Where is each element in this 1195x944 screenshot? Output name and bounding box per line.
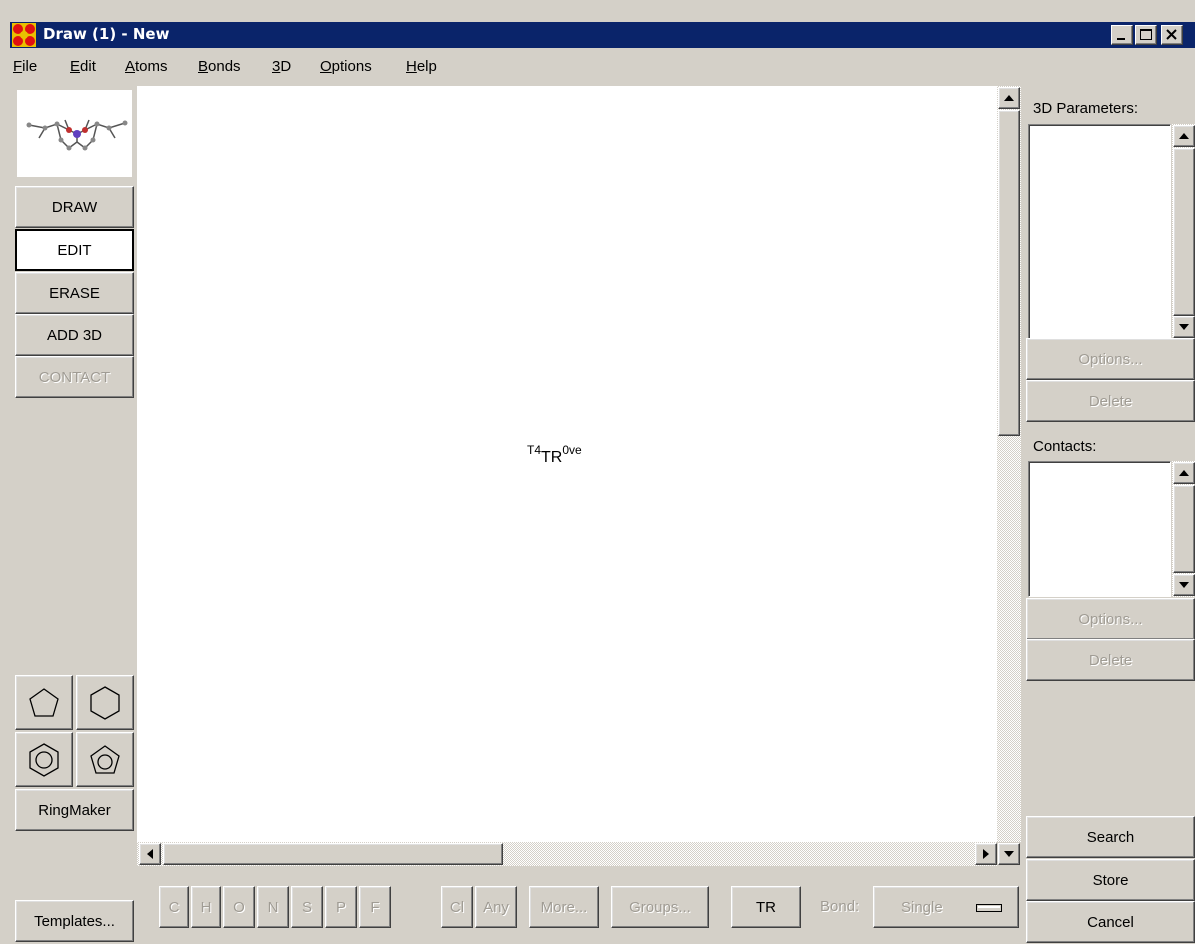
params-scroll-down-button[interactable] — [1173, 316, 1195, 338]
cancel-button[interactable]: Cancel — [1026, 901, 1195, 943]
atom-p-button[interactable]: P — [325, 886, 357, 928]
templates-button[interactable]: Templates... — [15, 900, 134, 942]
menu-options[interactable]: Options — [320, 58, 372, 75]
3d-parameters-label: 3D Parameters: — [1033, 100, 1139, 117]
edit-button[interactable]: EDIT — [15, 229, 134, 271]
scroll-up-button[interactable] — [998, 87, 1020, 109]
contacts-scroll-down-button[interactable] — [1173, 574, 1195, 596]
contact-button[interactable]: CONTACT — [15, 356, 134, 398]
current-atom-button[interactable]: TR — [731, 886, 801, 928]
scroll-left-button[interactable] — [139, 843, 161, 865]
menu-atoms[interactable]: Atoms — [125, 58, 168, 75]
scroll-right-button[interactable] — [975, 843, 997, 865]
atom-c-button[interactable]: C — [159, 886, 189, 928]
close-button[interactable] — [1161, 25, 1183, 45]
menu-file-rest: ile — [22, 58, 38, 75]
store-button[interactable]: Store — [1026, 859, 1195, 901]
arrow-down-icon — [1179, 582, 1189, 588]
dropdown-grip-icon — [976, 904, 1002, 912]
minimize-button[interactable] — [1111, 25, 1133, 45]
benzene-ring-icon — [29, 742, 59, 777]
window-title: Draw (1) - New — [43, 25, 170, 43]
contacts-list[interactable] — [1028, 461, 1171, 597]
menu-help[interactable]: Help — [406, 58, 437, 75]
close-icon — [1166, 29, 1177, 40]
contacts-label: Contacts: — [1033, 438, 1097, 455]
arrow-up-icon — [1179, 470, 1189, 476]
arrow-left-icon — [147, 849, 153, 859]
params-scroll-thumb[interactable] — [1173, 148, 1195, 316]
minimize-icon — [1117, 38, 1125, 40]
atom-n-button[interactable]: N — [257, 886, 289, 928]
atom-any-button[interactable]: Any — [475, 886, 517, 928]
draw-button[interactable]: DRAW — [15, 186, 134, 228]
benzene-button[interactable] — [15, 732, 73, 787]
maximize-button[interactable] — [1135, 25, 1157, 45]
contacts-scroll-thumb[interactable] — [1173, 485, 1195, 573]
cyclohexane-button[interactable] — [76, 675, 134, 730]
groups-button[interactable]: Groups... — [611, 886, 709, 928]
cyclopentane-button[interactable] — [15, 675, 73, 730]
search-button[interactable]: Search — [1026, 816, 1195, 858]
atom-cl-button[interactable]: Cl — [441, 886, 473, 928]
atom-o-button[interactable]: O — [223, 886, 255, 928]
pentagon-icon — [29, 687, 59, 717]
molecule-label[interactable]: T4TR0ve — [527, 443, 582, 467]
maximize-icon — [1140, 29, 1152, 40]
bond-type-select[interactable]: Single — [873, 886, 1019, 928]
params-options-button[interactable]: Options... — [1026, 338, 1195, 380]
atom-h-button[interactable]: H — [191, 886, 221, 928]
add-3d-button[interactable]: ADD 3D — [15, 314, 134, 356]
contacts-options-button[interactable]: Options... — [1026, 598, 1195, 640]
menu-3d[interactable]: 3D — [272, 58, 291, 75]
hexagon-icon — [90, 685, 120, 720]
bond-label: Bond: — [820, 898, 860, 915]
arrow-right-icon — [983, 849, 989, 859]
arrow-up-icon — [1179, 133, 1189, 139]
atom-f-button[interactable]: F — [359, 886, 391, 928]
menu-edit[interactable]: Edit — [70, 58, 96, 75]
menu-file[interactable]: File — [13, 58, 37, 75]
arrow-down-icon — [1004, 851, 1014, 857]
params-delete-button[interactable]: Delete — [1026, 380, 1195, 422]
vertical-scroll-thumb[interactable] — [998, 110, 1020, 436]
erase-button[interactable]: ERASE — [15, 272, 134, 314]
arrow-down-icon — [1179, 324, 1189, 330]
arrow-up-icon — [1004, 95, 1014, 101]
contacts-delete-button[interactable]: Delete — [1026, 639, 1195, 681]
molecule-prefix: T4 — [527, 443, 542, 457]
ringmaker-button[interactable]: RingMaker — [15, 789, 134, 831]
title-bar: Draw (1) - New — [10, 22, 1195, 48]
menu-bonds[interactable]: Bonds — [198, 58, 241, 75]
menu-bar: File Edit Atoms Bonds 3D Options Help — [10, 50, 1195, 84]
molecule-main: TR — [541, 449, 563, 466]
horizontal-scroll-thumb[interactable] — [163, 843, 503, 865]
aromatic-pentagon-button[interactable] — [76, 732, 134, 787]
molecule-thumbnail — [15, 88, 134, 179]
app-logo-icon — [12, 23, 36, 47]
atom-s-button[interactable]: S — [291, 886, 323, 928]
aromatic-pentagon-icon — [90, 744, 120, 774]
scroll-down-button[interactable] — [998, 843, 1020, 865]
3d-parameters-list[interactable] — [1028, 124, 1171, 368]
more-atoms-button[interactable]: More... — [529, 886, 599, 928]
params-scroll-up-button[interactable] — [1173, 125, 1195, 147]
contacts-scroll-up-button[interactable] — [1173, 462, 1195, 484]
bond-type-value: Single — [901, 898, 943, 916]
molecule-preview-icon — [26, 119, 128, 151]
molecule-suffix: 0ve — [562, 443, 582, 457]
